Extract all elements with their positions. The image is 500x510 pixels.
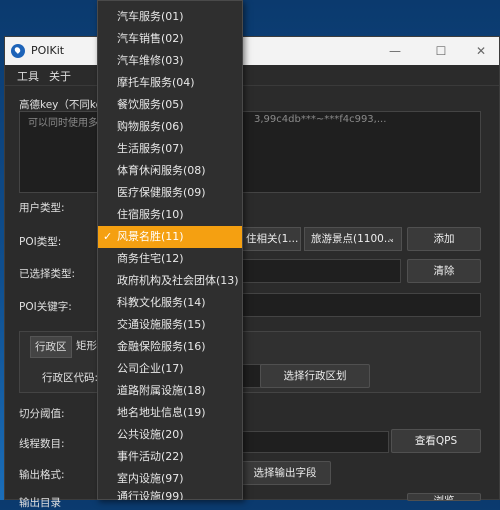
dropdown-item-label: 商务住宅(12) — [117, 252, 184, 265]
dropdown-item[interactable]: 汽车维修(03) — [98, 50, 242, 72]
threshold-label: 切分阈值: — [19, 408, 65, 420]
dropdown-item[interactable]: 医疗保健服务(09) — [98, 182, 242, 204]
dropdown-item[interactable]: 商务住宅(12) — [98, 248, 242, 270]
keyword-input[interactable] — [239, 293, 481, 317]
dropdown-item[interactable]: 汽车销售(02) — [98, 28, 242, 50]
dropdown-item-label: 医疗保健服务(09) — [117, 186, 206, 199]
dropdown-item[interactable]: 公司企业(17) — [98, 358, 242, 380]
select-region-button[interactable]: 选择行政区划 — [260, 364, 370, 388]
dropdown-item-label: 通行设施(99) — [117, 490, 184, 500]
dropdown-item-label: 住宿服务(10) — [117, 208, 184, 221]
dropdown-item-label: 地名地址信息(19) — [117, 406, 206, 419]
poi-type-label: POI类型: — [19, 236, 62, 248]
output-dir-label: 输出目录 — [19, 497, 61, 509]
poi-type-dropdown: 汽车服务(01) 汽车销售(02) 汽车维修(03) 摩托车服务(04) 餐饮服… — [97, 0, 243, 500]
dropdown-item-selected[interactable]: ✓ 风景名胜(11) — [98, 226, 242, 248]
poi-combo-1-text: 住相关(1... — [246, 233, 299, 245]
selected-type-field[interactable] — [239, 259, 401, 283]
add-button[interactable]: 添加 — [407, 227, 481, 251]
dropdown-item-label: 汽车服务(01) — [117, 10, 184, 23]
dropdown-item-label: 交通设施服务(15) — [117, 318, 206, 331]
dropdown-item[interactable]: 通行设施(99) — [98, 490, 242, 500]
poi-subtype-combo-1[interactable]: 住相关(1... — [239, 227, 301, 251]
check-qps-button[interactable]: 查看QPS — [391, 429, 481, 453]
menu-about[interactable]: 关于 — [49, 68, 71, 84]
dropdown-item[interactable]: 室内设施(97) — [98, 468, 242, 490]
checkmark-icon: ✓ — [103, 230, 113, 243]
keyword-label: POI关键字: — [19, 301, 72, 313]
dropdown-item[interactable]: 政府机构及社会团体(13) — [98, 270, 242, 292]
dropdown-item-label: 生活服务(07) — [117, 142, 184, 155]
region-groupbox: 行政区 矩形 行政区代码: 选择行政区划 — [19, 331, 481, 393]
maximize-button[interactable]: ☐ — [421, 39, 461, 63]
dropdown-item[interactable]: 住宿服务(10) — [98, 204, 242, 226]
dropdown-item-label: 风景名胜(11) — [117, 230, 184, 243]
poi-subtype-combo-2[interactable]: 旅游景点(1100... ⌄ — [304, 227, 402, 251]
dropdown-item[interactable]: 购物服务(06) — [98, 116, 242, 138]
dropdown-item-label: 购物服务(06) — [117, 120, 184, 133]
chevron-down-icon: ⌄ — [387, 234, 395, 244]
dropdown-item[interactable]: 公共设施(20) — [98, 424, 242, 446]
dropdown-item[interactable]: 道路附属设施(18) — [98, 380, 242, 402]
menu-bar: 工具 关于 — [5, 65, 499, 86]
tab-region[interactable]: 行政区 — [30, 336, 72, 358]
close-button[interactable]: ✕ — [461, 39, 500, 63]
minimize-button[interactable]: — — [375, 39, 415, 63]
dropdown-item-label: 政府机构及社会团体(13) — [117, 274, 239, 287]
dropdown-item-label: 摩托车服务(04) — [117, 76, 195, 89]
clear-button[interactable]: 清除 — [407, 259, 481, 283]
output-format-label: 输出格式: — [19, 469, 65, 481]
dropdown-item[interactable]: 地名地址信息(19) — [98, 402, 242, 424]
window-title: POIKit — [31, 44, 65, 57]
dropdown-item-label: 金融保险服务(16) — [117, 340, 206, 353]
dropdown-item-label: 事件活动(22) — [117, 450, 184, 463]
dropdown-item-label: 汽车维修(03) — [117, 54, 184, 67]
key-hint-left: 可以同时使用多个 — [28, 118, 108, 129]
dropdown-item-label: 公司企业(17) — [117, 362, 184, 375]
threads-input[interactable] — [239, 431, 389, 453]
dropdown-item-label: 汽车销售(02) — [117, 32, 184, 45]
dropdown-item-label: 科教文化服务(14) — [117, 296, 206, 309]
dropdown-item[interactable]: 摩托车服务(04) — [98, 72, 242, 94]
dropdown-item-label: 体育休闲服务(08) — [117, 164, 206, 177]
dropdown-item[interactable]: 交通设施服务(15) — [98, 314, 242, 336]
dropdown-item-label: 餐饮服务(05) — [117, 98, 184, 111]
key-hint-right: 3,99c4db***~***f4c993,... — [254, 114, 387, 125]
poikit-window: POIKit — ☐ ✕ 工具 关于 高德key（不同key之 可以同时使用多个… — [4, 36, 500, 509]
user-type-label: 用户类型: — [19, 202, 65, 214]
dropdown-item[interactable]: 体育休闲服务(08) — [98, 160, 242, 182]
app-pin-icon — [11, 44, 25, 58]
dropdown-item[interactable]: 科教文化服务(14) — [98, 292, 242, 314]
dropdown-item-label: 室内设施(97) — [117, 472, 184, 485]
menu-tools[interactable]: 工具 — [17, 68, 39, 84]
dropdown-item[interactable]: 金融保险服务(16) — [98, 336, 242, 358]
dropdown-item[interactable]: 餐饮服务(05) — [98, 94, 242, 116]
title-bar: POIKit — ☐ ✕ — [5, 37, 499, 65]
key-textarea[interactable]: 可以同时使用多个 3,99c4db***~***f4c993,... — [19, 111, 481, 193]
dropdown-item[interactable]: 事件活动(22) — [98, 446, 242, 468]
dropdown-item-label: 公共设施(20) — [117, 428, 184, 441]
threads-label: 线程数目: — [19, 438, 65, 450]
selected-type-label: 已选择类型: — [19, 268, 76, 280]
select-fields-button[interactable]: 选择输出字段 — [239, 461, 331, 485]
region-code-label: 行政区代码: — [42, 372, 99, 384]
dropdown-item-label: 道路附属设施(18) — [117, 384, 206, 397]
poi-combo-2-text: 旅游景点(1100... — [311, 233, 394, 245]
dropdown-item[interactable]: 生活服务(07) — [98, 138, 242, 160]
dropdown-item[interactable]: 汽车服务(01) — [98, 6, 242, 28]
